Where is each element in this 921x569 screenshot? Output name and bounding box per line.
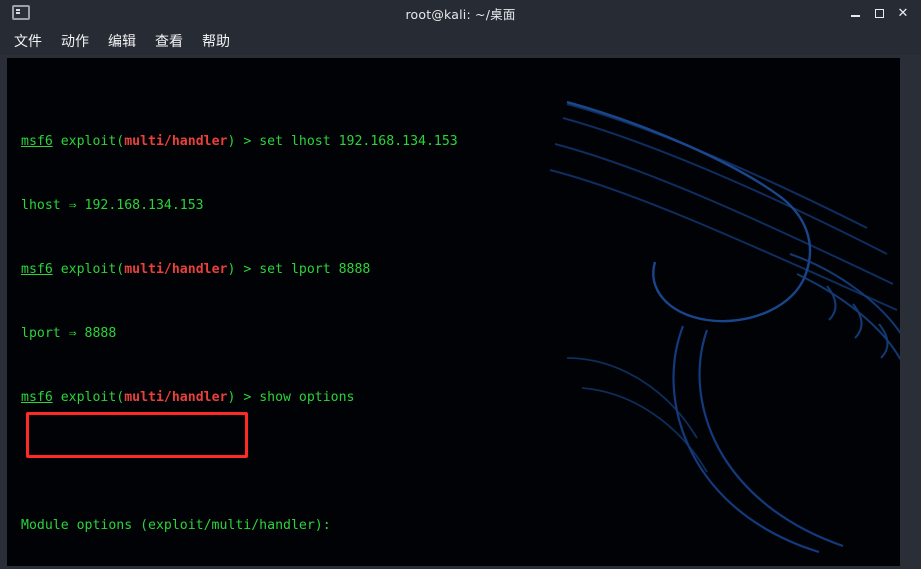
menu-item-actions[interactable]: 动作 [61, 31, 89, 51]
menu-item-file[interactable]: 文件 [14, 31, 42, 51]
prompt-module: multi/handler [124, 390, 228, 405]
menu-item-help[interactable]: 帮助 [202, 31, 230, 51]
prompt-context-close: ) > [227, 134, 260, 149]
menu-item-edit[interactable]: 编辑 [108, 31, 136, 51]
prompt-user: msf6 [21, 262, 53, 277]
module-options-heading-line: Module options (exploit/multi/handler): [21, 518, 907, 534]
maximize-button[interactable] [867, 0, 891, 26]
echo-lhost: lhost ⇒ 192.168.134.153 [21, 198, 204, 213]
close-button[interactable]: ✕ [891, 0, 915, 26]
prompt-user: msf6 [21, 390, 53, 405]
terminal-line: msf6 exploit(multi/handler) > set lport … [21, 262, 907, 278]
terminal-output[interactable]: msf6 exploit(multi/handler) > set lhost … [7, 58, 907, 566]
prompt-module: multi/handler [124, 262, 228, 277]
prompt-module: multi/handler [124, 134, 228, 149]
prompt-context-open: exploit( [52, 262, 125, 277]
command-set-lhost: set lhost 192.168.134.153 [259, 134, 458, 149]
terminal-line: lhost ⇒ 192.168.134.153 [21, 198, 907, 214]
terminal-text: msf6 exploit(multi/handler) > set lhost … [7, 58, 907, 566]
prompt-context-close: ) > [227, 390, 260, 405]
prompt-context-open: exploit( [52, 390, 125, 405]
terminal-line: msf6 exploit(multi/handler) > set lhost … [21, 134, 907, 150]
terminal-line: lport ⇒ 8888 [21, 326, 907, 342]
prompt-context-open: exploit( [52, 134, 125, 149]
module-options-heading: Module options (exploit/multi/handler): [21, 518, 331, 533]
window-title: root@kali: ~/桌面 [405, 6, 516, 22]
window-controls: ✕ [843, 0, 915, 26]
terminal-scrollbar[interactable] [900, 58, 907, 566]
terminal-frame: msf6 exploit(multi/handler) > set lhost … [0, 55, 921, 569]
minimize-button[interactable] [843, 0, 867, 26]
prompt-user: msf6 [21, 134, 53, 149]
prompt-context-close: ) > [227, 262, 260, 277]
menu-bar: 文件 动作 编辑 查看 帮助 [0, 26, 921, 55]
title-bar[interactable]: root@kali: ~/桌面 ✕ [0, 0, 921, 26]
command-show-options: show options [259, 390, 355, 405]
menu-item-view[interactable]: 查看 [155, 31, 183, 51]
echo-lport: lport ⇒ 8888 [21, 326, 117, 341]
terminal-window: root@kali: ~/桌面 ✕ 文件 动作 编辑 查看 帮助 msf6 ex… [0, 0, 921, 569]
command-set-lport: set lport 8888 [259, 262, 371, 277]
terminal-line: msf6 exploit(multi/handler) > show optio… [21, 390, 907, 406]
